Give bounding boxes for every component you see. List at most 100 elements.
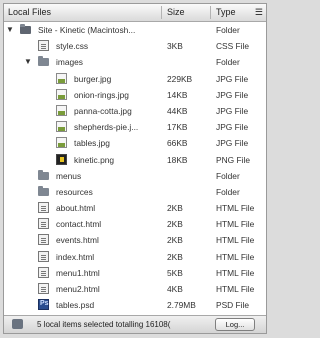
column-header-size[interactable]: Size xyxy=(167,7,185,17)
file-row[interactable]: kinetic.png 18KB PNG File xyxy=(4,152,266,168)
file-row[interactable]: menu2.html 4KB HTML File xyxy=(4,281,266,297)
file-size: 2KB xyxy=(167,203,183,214)
folder-icon xyxy=(38,185,49,196)
file-name: tables.psd xyxy=(56,300,95,311)
file-name: index.html xyxy=(56,251,95,262)
file-size: 4KB xyxy=(167,284,183,294)
file-name: Site - Kinetic (Macintosh... xyxy=(38,25,136,35)
file-type: JPG File xyxy=(216,89,249,100)
column-divider xyxy=(210,6,211,19)
file-type: JPG File xyxy=(216,73,249,84)
image-file-icon xyxy=(56,88,67,100)
file-type: Folder xyxy=(216,57,240,68)
file-name: onion-rings.jpg xyxy=(74,89,129,100)
file-type: Folder xyxy=(216,170,240,181)
file-name: menu2.html xyxy=(56,284,100,294)
html-file-icon xyxy=(38,250,49,262)
folder-icon xyxy=(38,169,49,180)
files-header: Local Files Size Type ☰ xyxy=(4,4,266,22)
psd-file-icon xyxy=(38,299,49,311)
files-panel: Local Files Size Type ☰ ▼ Site - Kinetic … xyxy=(3,3,267,334)
html-file-icon xyxy=(38,202,49,214)
panel-options-icon[interactable]: ☰ xyxy=(255,7,263,18)
file-type: HTML File xyxy=(216,235,255,246)
file-name: style.css xyxy=(56,41,89,52)
file-size: 14KB xyxy=(167,89,188,100)
html-file-icon xyxy=(38,283,49,294)
file-name: resources xyxy=(56,186,93,197)
file-row[interactable]: menus Folder xyxy=(4,168,266,184)
file-size: 2KB xyxy=(167,251,183,262)
file-type: HTML File xyxy=(216,267,255,278)
file-size: 18KB xyxy=(167,154,188,165)
column-header-type[interactable]: Type xyxy=(216,7,236,17)
file-type: JPG File xyxy=(216,138,249,149)
file-name: tables.jpg xyxy=(74,138,110,149)
file-type: PNG File xyxy=(216,154,250,165)
file-type: HTML File xyxy=(216,219,255,230)
image-file-icon xyxy=(56,137,67,149)
file-name: burger.jpg xyxy=(74,73,112,84)
column-header-local-files[interactable]: Local Files xyxy=(8,7,51,17)
status-bar: 5 local items selected totalling 16108( … xyxy=(4,315,266,333)
disclosure-triangle-icon[interactable]: ▼ xyxy=(6,25,14,34)
html-file-icon xyxy=(38,218,49,230)
file-name: about.html xyxy=(56,203,96,214)
file-row[interactable]: events.html 2KB HTML File xyxy=(4,232,266,248)
image-file-icon xyxy=(56,104,67,116)
file-type: Folder xyxy=(216,186,240,197)
file-name: panna-cotta.jpg xyxy=(74,105,132,116)
file-name: menu1.html xyxy=(56,267,100,278)
file-size: 229KB xyxy=(167,73,193,84)
file-row[interactable]: ▼ images Folder xyxy=(4,54,266,70)
file-row[interactable]: ▼ Site - Kinetic (Macintosh... Folder xyxy=(4,22,266,38)
html-file-icon xyxy=(38,266,49,278)
file-name: menus xyxy=(56,170,82,181)
file-row[interactable]: index.html 2KB HTML File xyxy=(4,249,266,265)
site-folder-icon xyxy=(20,24,31,34)
file-type: HTML File xyxy=(216,284,255,294)
site-status-icon xyxy=(12,319,23,329)
file-row[interactable]: onion-rings.jpg 14KB JPG File xyxy=(4,87,266,103)
file-size: 17KB xyxy=(167,122,188,133)
html-file-icon xyxy=(38,234,49,246)
file-name: images xyxy=(56,57,83,68)
file-row[interactable]: resources Folder xyxy=(4,184,266,200)
file-type: JPG File xyxy=(216,122,249,133)
file-type: PSD File xyxy=(216,300,250,311)
file-row[interactable]: tables.psd 2.79MB PSD File xyxy=(4,297,266,313)
file-type: Folder xyxy=(216,25,240,35)
file-row[interactable]: shepherds-pie.j... 17KB JPG File xyxy=(4,119,266,135)
column-divider xyxy=(161,6,162,19)
file-name: shepherds-pie.j... xyxy=(74,122,139,133)
file-size: 5KB xyxy=(167,267,183,278)
file-row[interactable]: about.html 2KB HTML File xyxy=(4,200,266,216)
file-name: kinetic.png xyxy=(74,154,115,165)
file-size: 3KB xyxy=(167,41,183,52)
file-row[interactable]: tables.jpg 66KB JPG File xyxy=(4,135,266,151)
file-row[interactable]: burger.jpg 229KB JPG File xyxy=(4,71,266,87)
file-size: 2KB xyxy=(167,235,183,246)
log-button[interactable]: Log... xyxy=(215,318,255,331)
file-name: contact.html xyxy=(56,219,102,230)
folder-icon xyxy=(38,56,49,67)
status-text: 5 local items selected totalling 16108( xyxy=(37,320,171,329)
file-row[interactable]: style.css 3KB CSS File xyxy=(4,38,266,54)
file-type: HTML File xyxy=(216,203,255,214)
file-type: JPG File xyxy=(216,105,249,116)
file-size: 44KB xyxy=(167,105,188,116)
image-file-icon xyxy=(56,72,67,84)
file-type: HTML File xyxy=(216,251,255,262)
file-type: CSS File xyxy=(216,41,250,52)
file-tree: ▼ Site - Kinetic (Macintosh... Folder style… xyxy=(4,22,266,313)
file-row[interactable]: menu1.html 5KB HTML File xyxy=(4,265,266,281)
file-size: 66KB xyxy=(167,138,188,149)
file-name: events.html xyxy=(56,235,99,246)
css-file-icon xyxy=(38,40,49,52)
image-file-icon xyxy=(56,121,67,133)
file-row[interactable]: contact.html 2KB HTML File xyxy=(4,216,266,232)
file-size: 2KB xyxy=(167,219,183,230)
disclosure-triangle-icon[interactable]: ▼ xyxy=(24,57,32,66)
file-row[interactable]: panna-cotta.jpg 44KB JPG File xyxy=(4,103,266,119)
png-file-icon xyxy=(56,153,67,165)
